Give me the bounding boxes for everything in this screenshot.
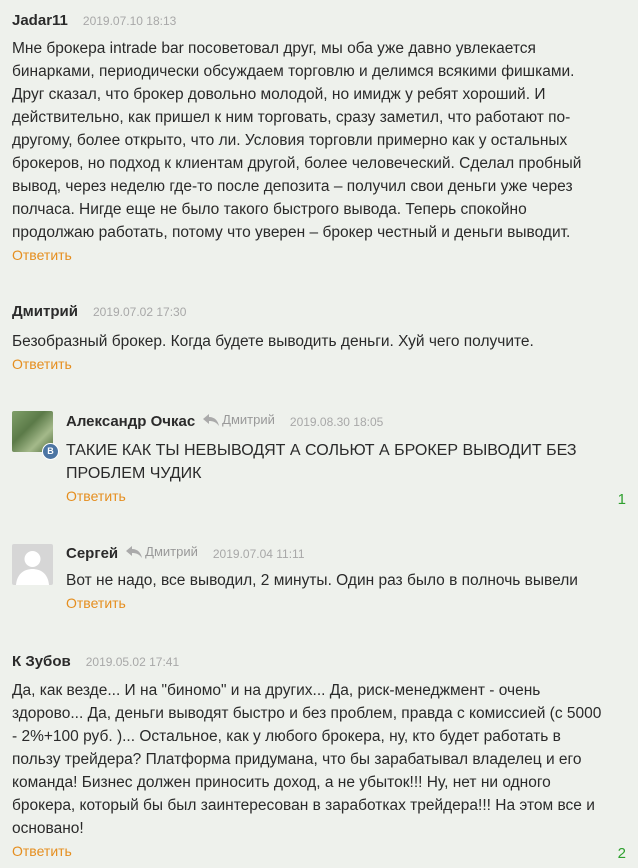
reply-arrow-icon bbox=[126, 545, 143, 558]
comment-date: 2019.08.30 18:05 bbox=[289, 414, 384, 429]
comment-meta: Сергей Дмитрий 2019.07.04 11:11 bbox=[66, 544, 626, 566]
comment-line: брокера, который бы был заинтересован в … bbox=[12, 797, 595, 814]
comment-line: другому, более открыто, что ли. Условия … bbox=[12, 132, 568, 149]
comment-author[interactable]: Сергей bbox=[66, 545, 118, 562]
comment-author[interactable]: Jadar11 bbox=[12, 12, 68, 29]
comment-line: действительно, как пришел к ним торговат… bbox=[12, 109, 571, 126]
comment-text: Вот не надо, все выводил, 2 минуты. Один… bbox=[66, 569, 626, 592]
comment-text: ТАКИЕ КАК ТЫ НЕВЫВОДЯТ А СОЛЬЮТ А БРОКЕР… bbox=[66, 439, 626, 485]
comment: Jadar11 2019.07.10 18:13 Мне брокера int… bbox=[12, 12, 626, 265]
comment-line: бинарками, периодически обсуждаем торгов… bbox=[12, 63, 575, 80]
comment-line: Да, как везде... И на "биномо" и на друг… bbox=[12, 682, 541, 699]
reply-link[interactable]: Ответить bbox=[12, 247, 72, 263]
comment-date: 2019.07.10 18:13 bbox=[82, 14, 177, 28]
comment-text: Мне брокера intrade bar посоветовал друг… bbox=[12, 37, 626, 244]
comment-line: продолжаю работать, потому что уверен – … bbox=[12, 224, 571, 241]
comment-author[interactable]: К Зубов bbox=[12, 653, 71, 670]
comment-text: Безобразный брокер. Когда будете выводит… bbox=[12, 330, 626, 353]
comment-author[interactable]: Александр Очкас bbox=[66, 413, 195, 430]
comment-line: пользу трейдера? Платформа придумана, чт… bbox=[12, 751, 582, 768]
comment-date: 2019.05.02 17:41 bbox=[85, 655, 180, 669]
reply-to-name: Дмитрий bbox=[145, 544, 198, 559]
comment-reply: Александр Очкас Дмитрий 2019.08.30 18:05… bbox=[66, 412, 626, 506]
comment-meta: Дмитрий 2019.07.02 17:30 bbox=[12, 303, 626, 325]
reply-link[interactable]: Ответить bbox=[12, 843, 72, 859]
reply-link[interactable]: Ответить bbox=[12, 356, 72, 372]
comment-meta: Александр Очкас Дмитрий 2019.08.30 18:05 bbox=[66, 412, 626, 434]
comment-line: вывод, через неделю где-то после депозит… bbox=[12, 178, 573, 195]
comment-line: здорово... Да, деньги выводят быстро и б… bbox=[12, 705, 602, 722]
like-count: 1 bbox=[617, 491, 626, 508]
comment-line: полчаса. Нигде еще не было такого быстро… bbox=[12, 201, 527, 218]
comment-line: команда! Бизнес должен приносить доход, … bbox=[12, 774, 551, 791]
comment-text: Да, как везде... И на "биномо" и на друг… bbox=[12, 679, 626, 840]
comment-line: брокеров, но подход к клиентам другой, б… bbox=[12, 155, 582, 172]
reply-to[interactable]: Дмитрий bbox=[203, 412, 275, 427]
comment-meta: Jadar11 2019.07.10 18:13 bbox=[12, 12, 626, 34]
reply-to[interactable]: Дмитрий bbox=[126, 544, 198, 559]
reply-arrow-icon bbox=[203, 413, 220, 426]
like-count: 2 bbox=[617, 845, 626, 862]
comment-line: Безобразный брокер. Когда будете выводит… bbox=[12, 333, 534, 350]
comment-line: ТАКИЕ КАК ТЫ НЕВЫВОДЯТ А СОЛЬЮТ А БРОКЕР… bbox=[66, 442, 577, 459]
avatar[interactable] bbox=[12, 544, 53, 585]
comment-line: ПРОБЛЕМ ЧУДИК bbox=[66, 465, 202, 482]
reply-link[interactable]: Ответить bbox=[66, 595, 126, 611]
comment-date: 2019.07.02 17:30 bbox=[92, 305, 187, 319]
comment-line: Друг сказал, что брокер довольно молодой… bbox=[12, 86, 546, 103]
reply-to-name: Дмитрий bbox=[222, 412, 275, 427]
comment-line: основано! bbox=[12, 820, 84, 837]
comment: К Зубов 2019.05.02 17:41 Да, как везде..… bbox=[12, 653, 626, 861]
comment-line: Вот не надо, все выводил, 2 минуты. Один… bbox=[66, 572, 578, 589]
comment-date: 2019.07.04 11:11 bbox=[212, 546, 305, 561]
comment-line: Мне брокера intrade bar посоветовал друг… bbox=[12, 40, 536, 57]
comment-author[interactable]: Дмитрий bbox=[12, 303, 78, 320]
comment-line: - 2%+100 руб. )... Остальное, как у любо… bbox=[12, 728, 561, 745]
vk-icon: В bbox=[42, 443, 59, 460]
reply-link[interactable]: Ответить bbox=[66, 488, 126, 504]
comment: Дмитрий 2019.07.02 17:30 Безобразный бро… bbox=[12, 303, 626, 374]
user-placeholder-icon bbox=[16, 551, 49, 585]
comment-reply: Сергей Дмитрий 2019.07.04 11:11 Вот не н… bbox=[66, 544, 626, 613]
comment-meta: К Зубов 2019.05.02 17:41 bbox=[12, 653, 626, 675]
